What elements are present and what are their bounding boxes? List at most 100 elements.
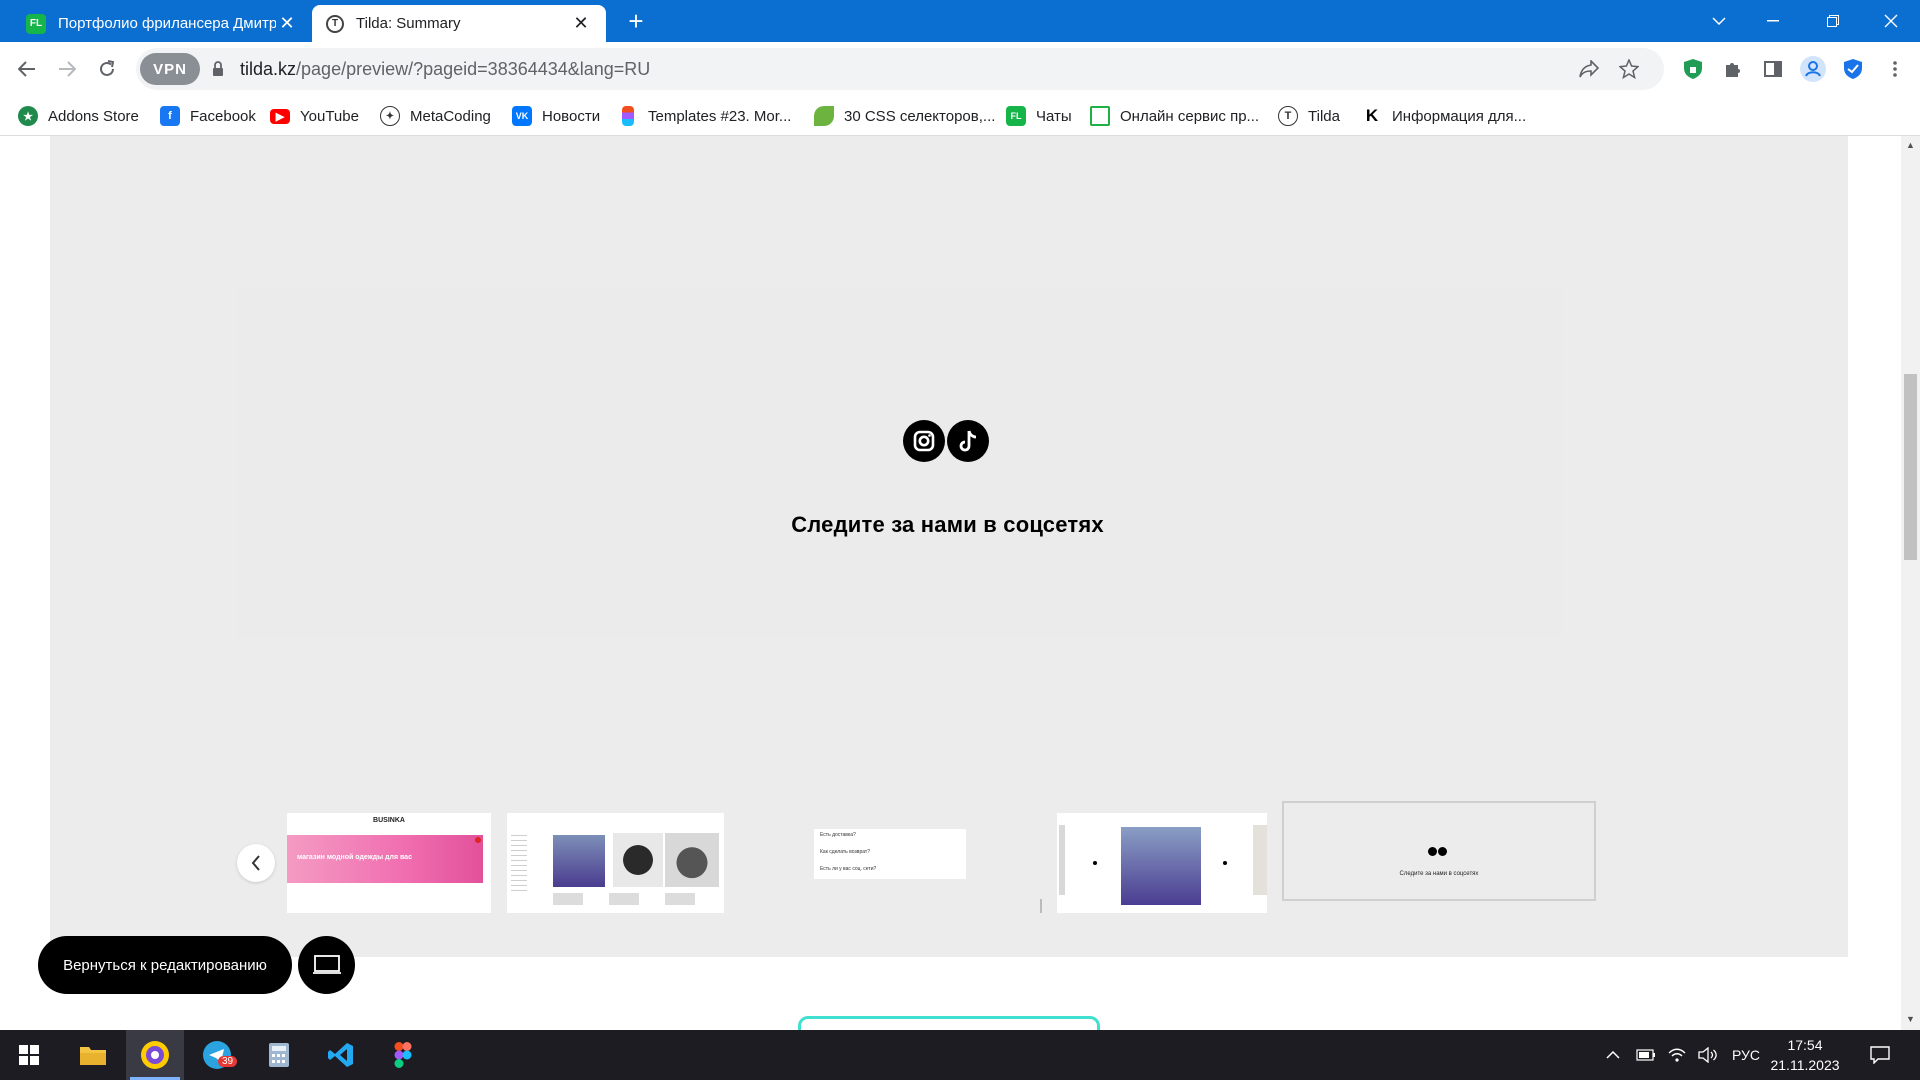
facebook-icon: f bbox=[160, 106, 180, 126]
vscode-icon[interactable] bbox=[312, 1030, 370, 1080]
bookmark-label: YouTube bbox=[300, 107, 359, 125]
thumb-instagram-icon bbox=[1428, 847, 1437, 856]
bookmark-label: Addons Store bbox=[48, 107, 139, 125]
bookmark-label: Чаты bbox=[1036, 107, 1072, 125]
new-tab-button[interactable]: + bbox=[622, 8, 650, 36]
thumb-filter-list bbox=[511, 831, 527, 891]
slide-thumbnail-1[interactable]: BUSINKA магазин модной одежды для вас bbox=[287, 813, 491, 913]
thumb-edge bbox=[1059, 825, 1065, 895]
bookmark-chats[interactable]: FL Чаты bbox=[1006, 105, 1072, 127]
bookmark-addons-store[interactable]: ★ Addons Store bbox=[18, 105, 139, 127]
tab-close-icon[interactable]: ✕ bbox=[276, 13, 298, 34]
youtube-icon: ▶ bbox=[270, 108, 290, 124]
scroll-thumb[interactable] bbox=[1904, 374, 1917, 560]
follow-us-heading: Следите за нами в соцсетях bbox=[791, 512, 1104, 537]
bookmark-label: Templates #23. Mor... bbox=[648, 107, 792, 125]
minimize-button[interactable] bbox=[1750, 0, 1796, 42]
restore-button[interactable] bbox=[1810, 0, 1856, 42]
browser-toolbar: VPN tilda.kz/page/preview/?pageid=383644… bbox=[0, 42, 1920, 96]
close-window-button[interactable] bbox=[1868, 0, 1914, 42]
tab-label: Портфолио фрилансера Дмитр bbox=[58, 15, 276, 32]
vk-icon: VK bbox=[512, 106, 532, 126]
address-bar[interactable]: VPN tilda.kz/page/preview/?pageid=383644… bbox=[136, 48, 1664, 90]
profile-avatar-icon[interactable] bbox=[1800, 56, 1826, 82]
tab-close-icon[interactable]: ✕ bbox=[570, 13, 592, 34]
thumb-product-photo bbox=[665, 833, 719, 887]
bookmark-vk-news[interactable]: VK Новости bbox=[512, 105, 600, 127]
tab-portfolio[interactable]: FL Портфолио фрилансера Дмитр ✕ bbox=[12, 5, 312, 42]
tab-tilda-summary[interactable]: T Tilda: Summary ✕ bbox=[312, 5, 606, 42]
start-icon[interactable] bbox=[0, 1030, 58, 1080]
bookmark-css-selectors[interactable]: 30 CSS селекторов,... bbox=[814, 105, 995, 127]
fl-icon: FL bbox=[1006, 106, 1026, 126]
bookmark-label: 30 CSS селекторов,... bbox=[844, 107, 996, 125]
bookmark-youtube[interactable]: ▶ YouTube bbox=[270, 105, 359, 127]
slide-thumbnail-4[interactable] bbox=[1057, 813, 1267, 913]
telegram-icon[interactable]: 39 bbox=[188, 1030, 246, 1080]
page-scrollbar[interactable]: ▲ ▼ bbox=[1901, 136, 1920, 1030]
bookmark-star-icon[interactable] bbox=[1618, 58, 1640, 80]
show-hidden-icons-icon[interactable] bbox=[1606, 1030, 1620, 1080]
security-shield-icon[interactable] bbox=[1840, 56, 1866, 82]
device-preview-button[interactable] bbox=[298, 936, 355, 994]
bookmark-label: Facebook bbox=[190, 107, 256, 125]
thumbnails-prev-button[interactable] bbox=[237, 844, 275, 882]
url-path: /page/preview/?pageid=38364434&lang=RU bbox=[296, 59, 651, 79]
battery-icon[interactable] bbox=[1636, 1030, 1656, 1080]
tab-search-chevron-icon[interactable] bbox=[1696, 0, 1742, 42]
adguard-shield-icon[interactable] bbox=[1680, 56, 1706, 82]
figma-icon[interactable] bbox=[374, 1030, 432, 1080]
thumb-product-photo bbox=[613, 833, 663, 887]
side-panel-icon[interactable] bbox=[1760, 56, 1786, 82]
input-language-indicator[interactable]: РУС bbox=[1732, 1030, 1760, 1080]
page-viewport: Следите за нами в соцсетях BUSINKA магаз… bbox=[0, 136, 1920, 1030]
slide-thumbnail-3[interactable]: Есть доставка? Как сделать возврат? Есть… bbox=[742, 813, 1042, 913]
windows-taskbar: 39 РУС 17:54 21.11.2023 bbox=[0, 1030, 1920, 1080]
extensions-puzzle-icon[interactable] bbox=[1720, 56, 1746, 82]
menu-kebab-icon[interactable] bbox=[1882, 56, 1908, 82]
file-explorer-icon[interactable] bbox=[64, 1030, 122, 1080]
share-icon[interactable] bbox=[1578, 58, 1600, 80]
tiktok-icon[interactable] bbox=[947, 420, 989, 462]
forward-button[interactable] bbox=[52, 54, 82, 84]
bookmark-facebook[interactable]: f Facebook bbox=[160, 105, 256, 127]
thumb-banner-text: магазин модной одежды для вас bbox=[297, 854, 412, 861]
vpn-button[interactable]: VPN bbox=[140, 53, 200, 85]
back-button[interactable] bbox=[12, 54, 42, 84]
clock-time: 17:54 bbox=[1787, 1037, 1823, 1053]
yandex-browser-icon[interactable] bbox=[126, 1030, 184, 1080]
clock-date: 21.11.2023 bbox=[1770, 1057, 1840, 1073]
bookmark-metacoding[interactable]: ✦ MetaCoding bbox=[380, 105, 491, 127]
back-to-editing-button[interactable]: Вернуться к редактированию bbox=[38, 936, 292, 994]
bookmark-templates[interactable]: Templates #23. Mor... bbox=[622, 105, 791, 127]
instagram-icon[interactable] bbox=[903, 420, 945, 462]
addons-icon: ★ bbox=[18, 106, 38, 126]
scroll-down-arrow-icon[interactable]: ▼ bbox=[1905, 1014, 1916, 1025]
bookmark-tilda[interactable]: T Tilda bbox=[1278, 105, 1340, 127]
calculator-icon[interactable] bbox=[250, 1030, 308, 1080]
volume-icon[interactable] bbox=[1698, 1030, 1718, 1080]
url-host: tilda.kz bbox=[240, 59, 297, 79]
thumb-product-photo bbox=[553, 835, 605, 887]
wifi-icon[interactable] bbox=[1668, 1030, 1686, 1080]
thumb-cart-dot bbox=[475, 837, 481, 843]
slide-thumbnail-5-selected[interactable]: Следите за нами в соцсетях bbox=[1282, 801, 1596, 901]
taskbar-clock[interactable]: 17:54 21.11.2023 bbox=[1766, 1035, 1844, 1075]
scroll-up-arrow-icon[interactable]: ▲ bbox=[1905, 140, 1916, 151]
slide-thumbnail-2[interactable] bbox=[507, 813, 724, 913]
bookmark-online-service[interactable]: Онлайн сервис пр... bbox=[1090, 105, 1259, 127]
thumb-faq-panel: Есть доставка? Как сделать возврат? Есть… bbox=[814, 829, 966, 879]
notifications-icon[interactable] bbox=[1870, 1030, 1890, 1080]
thumb-brand: BUSINKA bbox=[373, 817, 405, 824]
bookmark-label: Информация для... bbox=[1392, 107, 1527, 125]
thumb-product-captions bbox=[553, 893, 713, 905]
reload-button[interactable] bbox=[92, 54, 122, 84]
leaf-icon bbox=[814, 106, 834, 126]
next-block-card bbox=[798, 1016, 1100, 1030]
frame-icon bbox=[1090, 106, 1110, 126]
figma-icon bbox=[622, 106, 634, 126]
url-text[interactable]: tilda.kz/page/preview/?pageid=38364434&l… bbox=[240, 59, 650, 80]
lock-icon[interactable] bbox=[212, 61, 224, 77]
tab-label: Tilda: Summary bbox=[356, 15, 461, 32]
bookmark-info[interactable]: K Информация для... bbox=[1362, 105, 1526, 127]
